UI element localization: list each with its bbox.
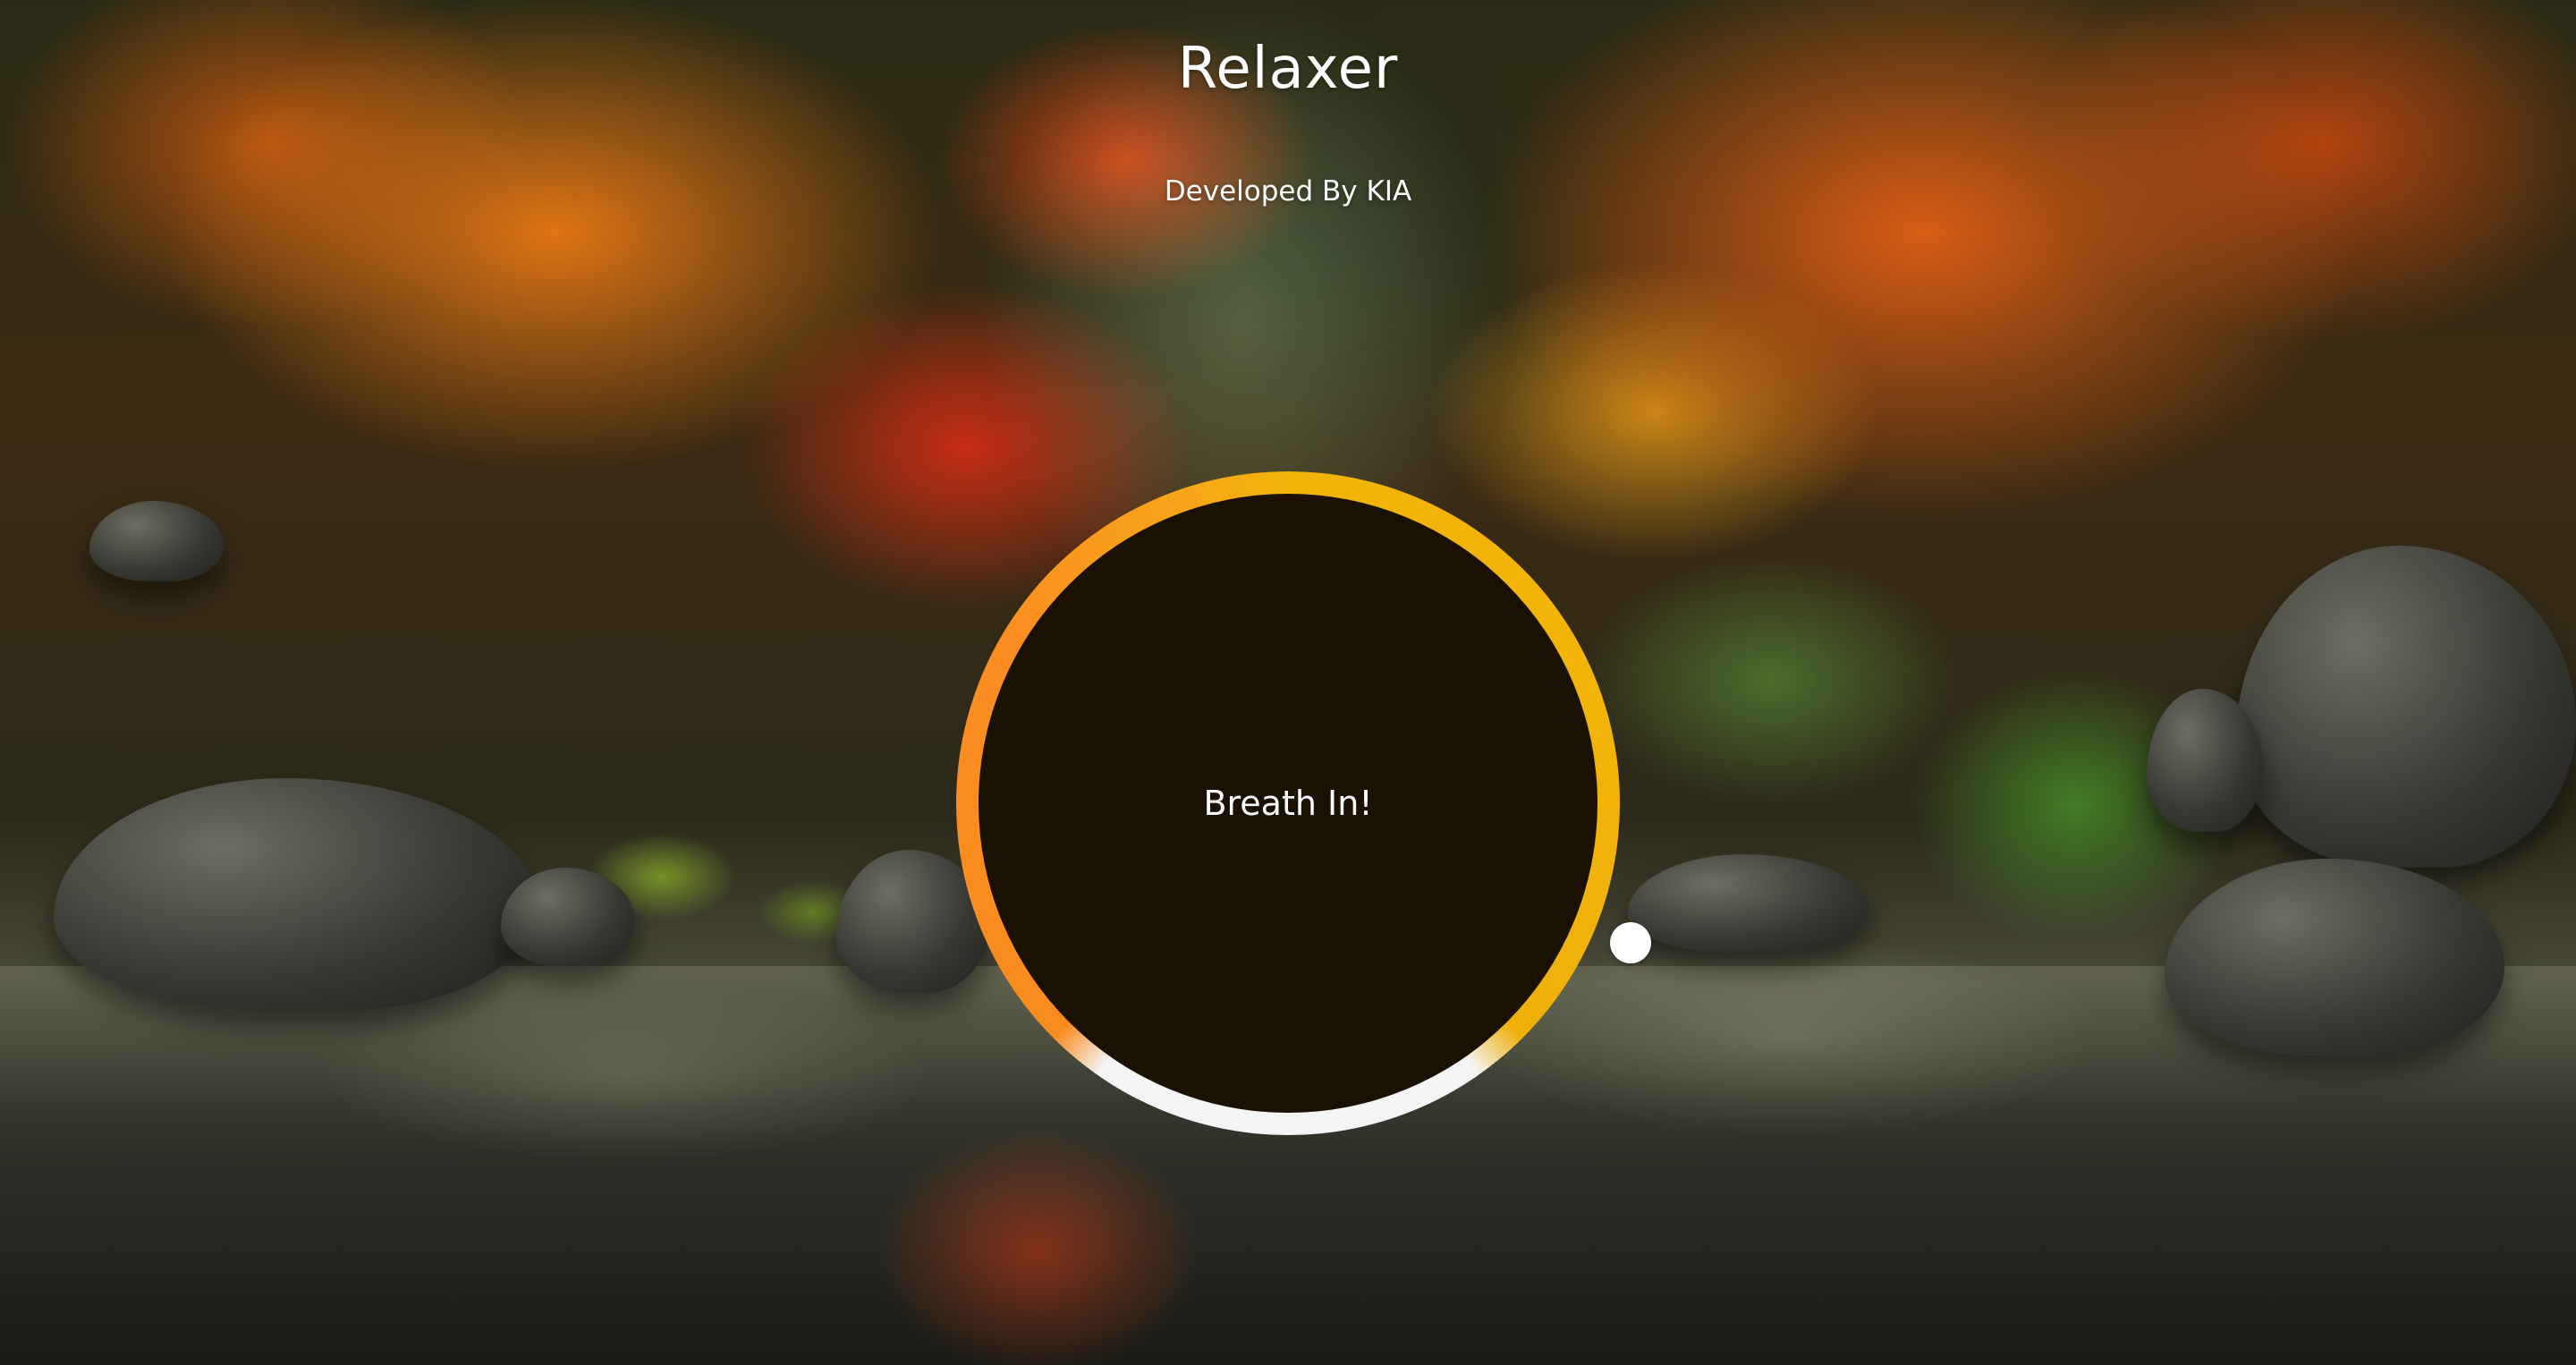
breath-pointer-dot [1610, 922, 1651, 963]
app-subtitle: Developed By KIA [1164, 175, 1412, 208]
breath-circle: Breath In! [979, 494, 1597, 1113]
app-title: Relaxer [1177, 36, 1399, 102]
relaxer-app: Relaxer Developed By KIA Breath In! [0, 0, 2576, 1365]
breath-instruction: Breath In! [1203, 784, 1373, 823]
